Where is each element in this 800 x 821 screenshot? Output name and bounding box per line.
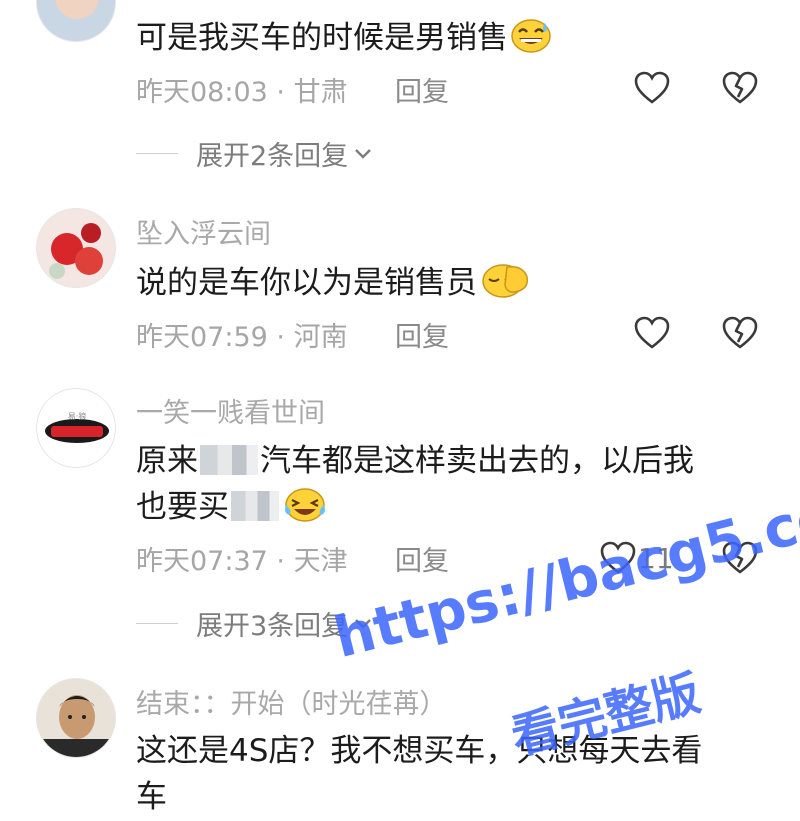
facepalm-emoji: [479, 261, 531, 313]
avatar-image: [37, 695, 115, 757]
comment-location: 甘肃: [293, 77, 348, 108]
censored-mosaic: [231, 491, 279, 521]
expand-replies-button[interactable]: 展开3条回复: [136, 603, 374, 643]
like-count: 11: [638, 541, 674, 575]
comment-text-line: 车: [136, 779, 167, 815]
avatar-image: 易·狼: [45, 411, 109, 443]
comment-text: 可是我买车的时候是男销售: [136, 14, 552, 68]
comment-meta: 昨天07:59 · 河南: [136, 322, 348, 353]
comment-location: 河南: [293, 322, 348, 353]
broken-heart-icon: [722, 541, 758, 574]
svg-text:易·狼: 易·狼: [68, 411, 87, 421]
avatar[interactable]: 易·狼: [36, 388, 116, 468]
avatar[interactable]: [36, 208, 116, 288]
dislike-button[interactable]: [722, 313, 758, 353]
broken-heart-icon: [722, 71, 758, 104]
comment-text-line: 这还是4S店？我不想买车，只想每天去看: [136, 733, 703, 769]
broken-heart-icon: [722, 316, 758, 349]
heart-icon: [634, 316, 670, 349]
avatar[interactable]: [36, 678, 116, 758]
avatar-image: [55, 0, 99, 19]
comment-text-line: 也要买: [136, 483, 327, 537]
dislike-button[interactable]: [722, 538, 758, 578]
divider: [136, 622, 178, 624]
comment-meta: 昨天07:37 · 天津: [136, 546, 348, 577]
comment-time: 昨天08:03: [136, 77, 268, 108]
laughing-crying-emoji: [283, 485, 327, 537]
comment-time: 昨天07:59: [136, 322, 268, 353]
censored-mosaic: [200, 445, 258, 475]
chevron-down-icon: [355, 619, 372, 629]
avatar-image: [49, 223, 103, 279]
expand-replies-button[interactable]: 展开2条回复: [136, 133, 374, 173]
comment-author[interactable]: 坠入浮云间: [136, 212, 271, 251]
divider: [136, 152, 178, 154]
reply-button[interactable]: 回复: [395, 539, 449, 578]
like-button[interactable]: 11: [600, 538, 674, 578]
heart-icon: [634, 71, 670, 104]
reply-button[interactable]: 回复: [395, 315, 449, 354]
reply-button[interactable]: 回复: [395, 70, 449, 109]
dislike-button[interactable]: [722, 68, 758, 108]
like-button[interactable]: [634, 68, 670, 108]
comment-meta: 昨天08:03 · 甘肃: [136, 77, 348, 108]
like-button[interactable]: [634, 313, 670, 353]
comment-text-line: 原来 汽车都是这样卖出去的，以后我: [136, 443, 694, 479]
comment-location: 天津: [293, 546, 348, 577]
comment-author[interactable]: 一笑一贱看世间: [136, 391, 325, 430]
comment-text: 说的是车你以为是销售员: [136, 259, 531, 313]
comment-author[interactable]: 结束：：开始（时光荏苒）: [136, 682, 447, 721]
sweat-smile-emoji: [510, 18, 552, 68]
heart-icon: [600, 541, 636, 574]
chevron-down-icon: [355, 149, 372, 159]
avatar[interactable]: [36, 0, 116, 42]
comment-time: 昨天07:37: [136, 546, 268, 577]
